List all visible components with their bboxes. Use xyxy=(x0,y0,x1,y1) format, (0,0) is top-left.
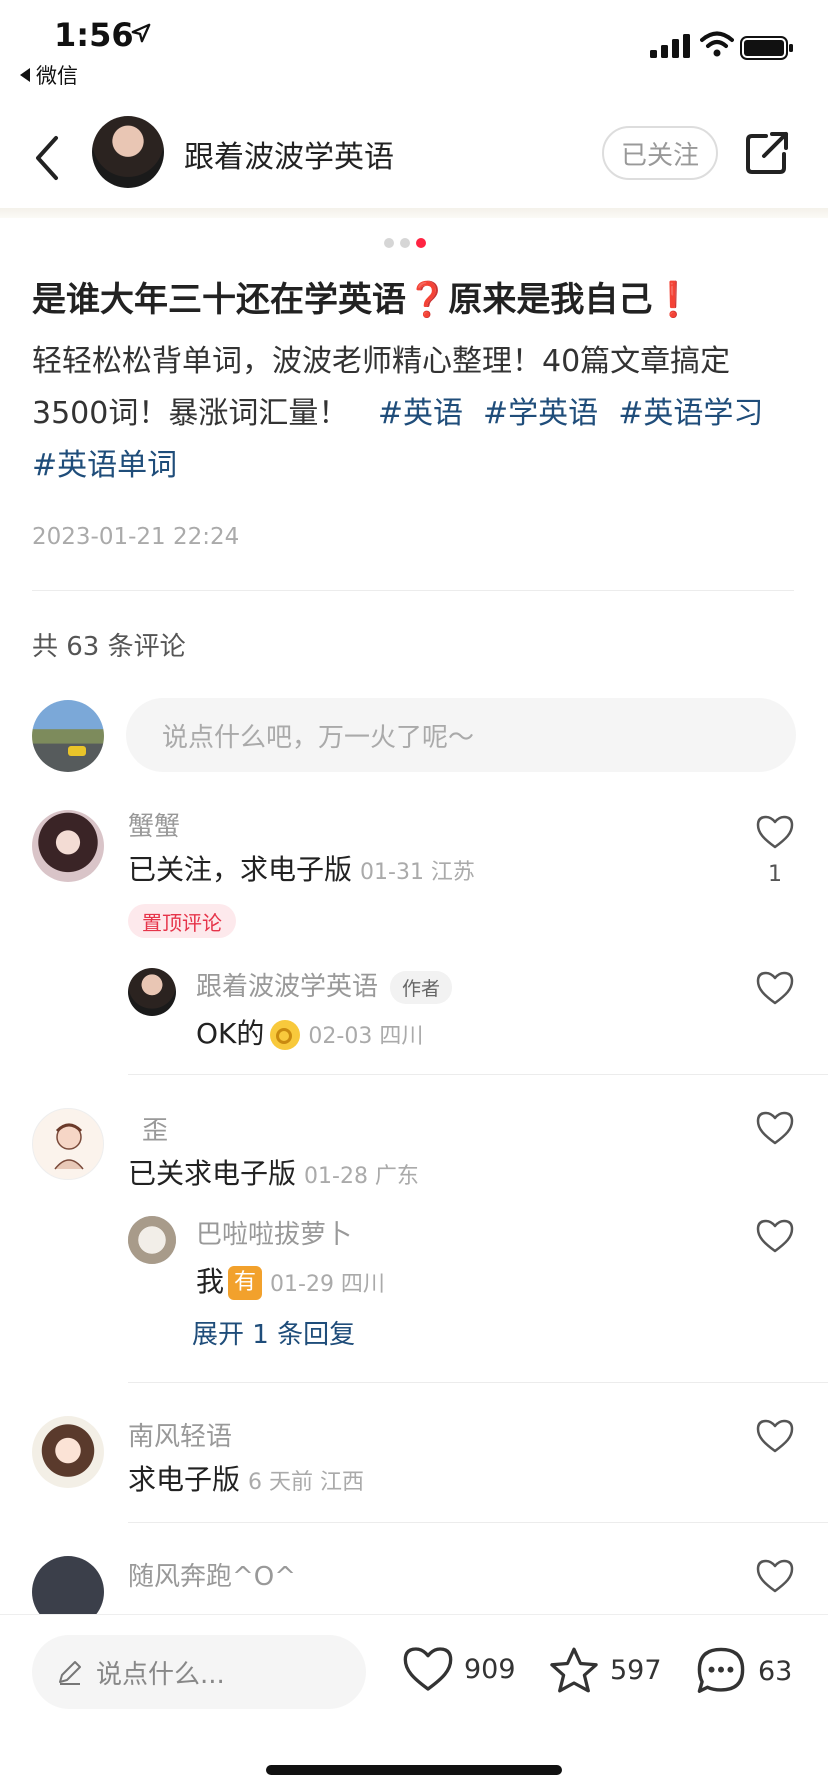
signal-icon xyxy=(650,34,690,58)
heart-icon xyxy=(403,1647,453,1691)
carousel-dot xyxy=(384,238,394,248)
carousel-dots xyxy=(384,238,426,248)
author-name[interactable]: 跟着波波学英语 xyxy=(184,132,394,176)
battery-icon xyxy=(740,36,793,60)
comment-total: 63 xyxy=(758,1655,793,1687)
heart-icon[interactable] xyxy=(756,1558,794,1594)
reply-meta: 01-29 四川 xyxy=(270,1272,385,1297)
exclamation-mark-emoji: ❗ xyxy=(652,280,695,320)
reply-body: OK的 xyxy=(196,1017,265,1050)
back-to-wechat[interactable]: 微信 xyxy=(20,60,78,90)
replier-name[interactable]: 跟着波波学英语 xyxy=(196,972,378,1002)
note-image-bottom-edge[interactable] xyxy=(0,208,828,218)
comment-text: 求电子版 6 天前 江西 xyxy=(128,1458,364,1498)
replier-avatar[interactable] xyxy=(128,1216,176,1264)
divider xyxy=(128,1522,828,1523)
carousel-dot-active xyxy=(416,238,426,248)
note-date: 2023-01-21 22:24 xyxy=(32,524,240,550)
note-title-part2: 原来是我自己 xyxy=(448,280,653,320)
comment-text: 已关求电子版 01-28 广东 xyxy=(128,1152,419,1192)
hashtag-link[interactable]: #学英语 xyxy=(483,396,598,431)
reply-text: 我有 01-29 四川 xyxy=(196,1260,385,1300)
hashtag-link[interactable]: #英语学习 xyxy=(618,396,763,431)
divider xyxy=(128,1382,828,1383)
you-emoji: 有 xyxy=(228,1266,263,1300)
back-chevron-icon[interactable] xyxy=(30,132,64,184)
current-user-avatar xyxy=(32,700,104,772)
bottom-input-placeholder: 说点什么... xyxy=(96,1659,225,1690)
follow-button[interactable]: 已关注 xyxy=(602,126,718,180)
bottom-comment-input[interactable]: 说点什么... xyxy=(32,1635,366,1709)
author-badge: 作者 xyxy=(390,971,453,1004)
star-icon xyxy=(550,1647,598,1693)
wifi-icon xyxy=(700,31,734,57)
heart-icon[interactable] xyxy=(756,1218,794,1254)
note-header: 跟着波波学英语 已关注 xyxy=(0,108,828,208)
status-bar: 1:56 微信 xyxy=(0,0,828,92)
commenter-name[interactable]: 歪 xyxy=(142,1110,168,1147)
commenter-avatar[interactable] xyxy=(32,1108,104,1180)
divider xyxy=(32,590,794,591)
heart-icon[interactable] xyxy=(756,970,794,1006)
comment-input[interactable]: 说点什么吧，万一火了呢～ xyxy=(126,698,796,772)
like-action[interactable]: 909 xyxy=(402,1645,516,1693)
comment-body: 求电子版 xyxy=(128,1463,241,1496)
comment-count: 共 63 条评论 xyxy=(32,632,186,662)
location-arrow-icon xyxy=(131,23,151,43)
divider xyxy=(128,1074,828,1075)
comment-action[interactable]: 63 xyxy=(694,1645,792,1697)
comment-like-count: 1 xyxy=(768,862,782,887)
comment-body: 已关注，求电子版 xyxy=(128,853,353,886)
replier-name[interactable]: 巴啦啦拔萝卜 xyxy=(196,1214,352,1251)
bottom-action-bar: 说点什么... 909 597 63 xyxy=(0,1614,828,1792)
sketch-figure-icon xyxy=(54,1123,84,1170)
home-indicator[interactable] xyxy=(266,1765,562,1775)
chat-bubble-icon xyxy=(697,1647,745,1693)
expand-replies-link[interactable]: 展开 1 条回复 xyxy=(192,1314,355,1351)
comment-meta: 01-28 广东 xyxy=(304,1164,419,1189)
author-avatar[interactable] xyxy=(92,116,164,188)
back-triangle-icon xyxy=(20,68,30,82)
comment-meta: 6 天前 江西 xyxy=(248,1470,364,1495)
note-title: 是谁大年三十还在学英语❓原来是我自己❗ xyxy=(32,272,695,321)
question-mark-emoji: ❓ xyxy=(406,280,449,320)
comment-body: 已关求电子版 xyxy=(128,1157,297,1190)
share-icon[interactable] xyxy=(744,130,790,176)
comment-text: 已关注，求电子版 01-31 江苏 xyxy=(128,848,475,888)
replier-avatar[interactable] xyxy=(128,968,176,1016)
heart-icon[interactable] xyxy=(756,1110,794,1146)
hashtag-link[interactable]: #英语单词 xyxy=(32,448,177,483)
like-count: 909 xyxy=(464,1653,516,1685)
collect-count: 597 xyxy=(610,1654,662,1686)
hashtag-link[interactable]: #英语 xyxy=(378,396,463,431)
commenter-name[interactable]: 蟹蟹 xyxy=(128,806,180,843)
heart-icon[interactable] xyxy=(756,814,794,850)
commenter-avatar[interactable] xyxy=(32,1416,104,1488)
pencil-icon xyxy=(59,1661,81,1685)
heart-icon[interactable] xyxy=(756,1418,794,1454)
reply-body: 我 xyxy=(196,1265,225,1298)
reply-meta: 02-03 四川 xyxy=(308,1024,424,1049)
replier-name-row: 跟着波波学英语 作者 xyxy=(196,966,453,1004)
commenter-avatar[interactable] xyxy=(32,810,104,882)
status-time: 1:56 xyxy=(54,16,134,54)
reply-text: OK的 02-03 四川 xyxy=(196,1012,423,1052)
pinned-comment-badge: 置顶评论 xyxy=(128,904,236,938)
commenter-name[interactable]: 随风奔跑^O^ xyxy=(128,1556,296,1593)
comment-meta: 01-31 江苏 xyxy=(360,860,475,885)
note-body: 轻轻松松背单词，波波老师精心整理！40篇文章搞定3500词！暴涨词汇量！ #英语… xyxy=(32,336,802,492)
collect-action[interactable]: 597 xyxy=(548,1645,662,1695)
ok-hand-emoji xyxy=(270,1020,301,1050)
back-app-label: 微信 xyxy=(36,64,78,88)
note-title-part1: 是谁大年三十还在学英语 xyxy=(32,280,406,320)
carousel-dot xyxy=(400,238,410,248)
commenter-name[interactable]: 南风轻语 xyxy=(128,1416,232,1453)
